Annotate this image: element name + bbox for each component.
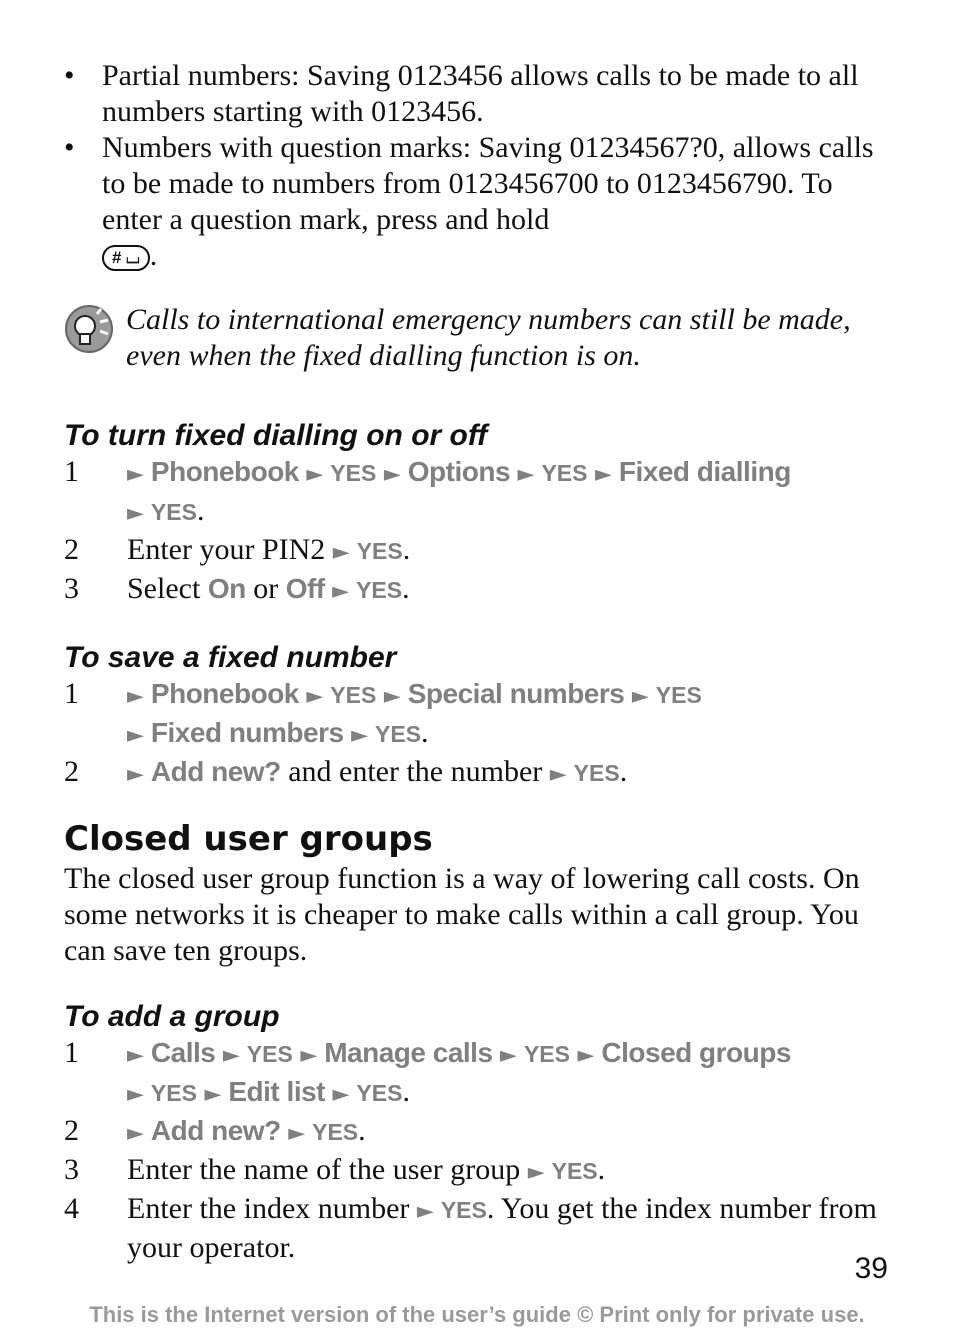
step: 2 ► Add new? ► YES. — [64, 1114, 366, 1147]
step: 4 Enter the index number ► YES. You get t… — [64, 1192, 877, 1264]
step: 1 ► Phonebook ► YES ► Special numbers ► Y… — [64, 677, 702, 749]
section-title: To turn fixed dialling on or off — [64, 419, 488, 452]
footer-notice: This is the Internet version of the user… — [89, 1302, 865, 1327]
step: 1 ► Phonebook ► YES ► Options ► YES ► Fix… — [64, 455, 791, 527]
lightbulb-tip-icon — [65, 305, 113, 353]
bullet-item: • Partial numbers: Saving 0123456 allows … — [64, 59, 859, 128]
page-number: 39 — [854, 1252, 888, 1285]
section-title: To save a fixed number — [64, 641, 397, 674]
step: 3 Enter the name of the user group ► YES. — [64, 1153, 606, 1186]
bullet-item: • Numbers with question marks: Saving 012… — [64, 131, 874, 272]
heading-closed-user-groups: Closed user groups — [64, 819, 433, 859]
hash-key-icon: # ⌴ — [102, 245, 150, 272]
section-save-fixed-number: To save a fixed number 1 ► Phonebook ► YE… — [64, 640, 894, 793]
step: 1 ► Calls ► YES ► Manage calls ► YES ► Cl… — [64, 1036, 791, 1108]
page-content: • Partial numbers: Saving 0123456 allows … — [64, 58, 894, 1266]
section-fixed-dialling: To turn fixed dialling on or off 1 ► Phon… — [64, 418, 894, 610]
bullet-list: • Partial numbers: Saving 0123456 allows … — [64, 58, 894, 274]
tip-note: Calls to international emergency numbers… — [64, 302, 894, 374]
step: 2 ► Add new? and enter the number ► YES. — [64, 755, 628, 788]
paragraph: The closed user group function is a way … — [64, 862, 860, 967]
step: 2 Enter your PIN2 ► YES. — [64, 533, 411, 566]
section-add-group: To add a group 1 ► Calls ► YES ► Manage c… — [64, 999, 894, 1266]
step: 3 Select On or Off ► YES. — [64, 572, 410, 605]
section-title: To add a group — [64, 1000, 280, 1033]
